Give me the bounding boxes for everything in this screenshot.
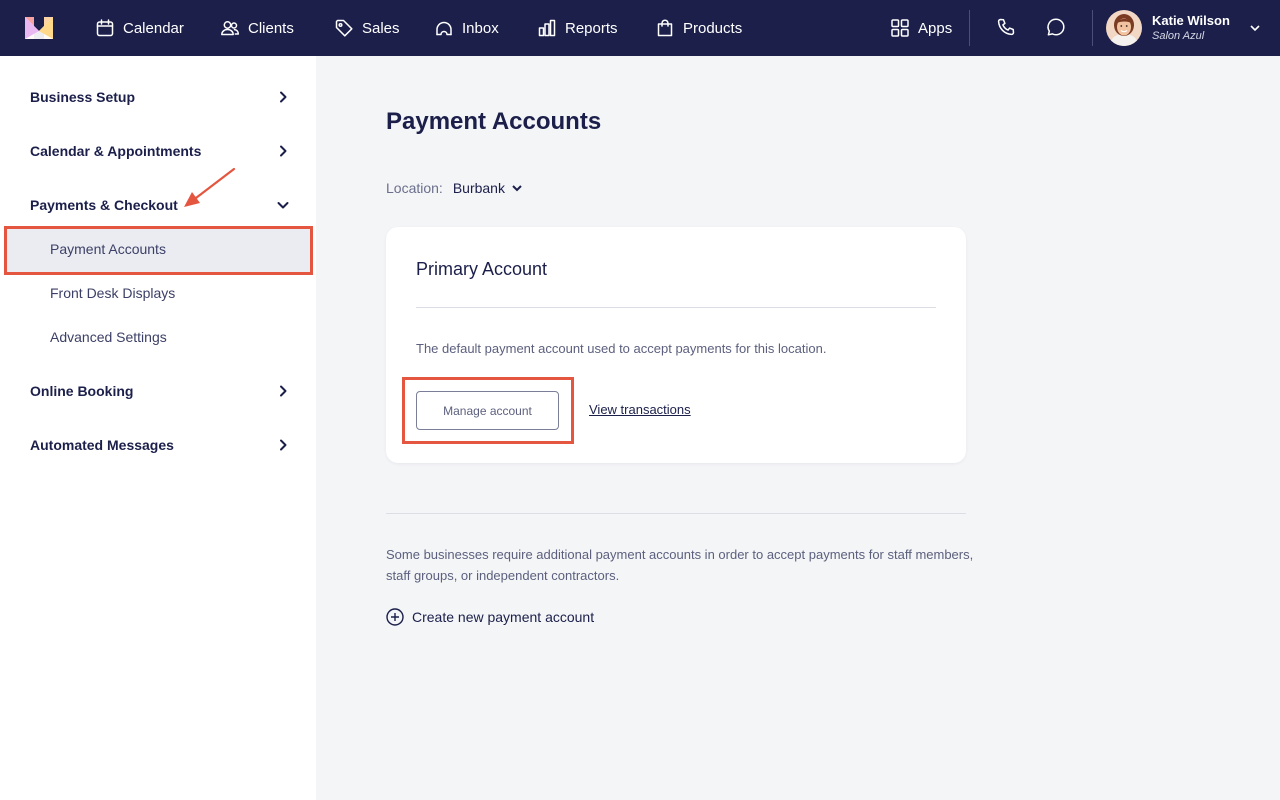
nav-reports[interactable]: Reports [537,0,618,56]
additional-accounts-info: Some businesses require additional payme… [386,547,974,583]
sidebar-section-label: Automated Messages [30,437,174,453]
plus-circle-icon [386,608,404,626]
chat-bubble-icon [1047,18,1065,36]
card-divider [416,307,936,308]
sidebar-section-calendar-appointments[interactable]: Calendar & Appointments [30,139,290,163]
inbox-icon [436,21,452,36]
section-divider [386,513,966,514]
calendar-icon [96,19,114,37]
nav-divider [1092,10,1093,46]
nav-reports-label: Reports [565,19,618,37]
apps-grid-icon [891,19,909,37]
nav-sales-label: Sales [362,19,400,37]
tag-icon [335,19,353,37]
sidebar-item-label: Front Desk Displays [50,285,176,301]
sidebar-section-online-booking[interactable]: Online Booking [30,379,290,403]
settings-sidebar: Business Setup Calendar & Appointments P… [0,56,316,800]
create-payment-account-link[interactable]: Create new payment account [386,608,594,626]
nav-apps[interactable]: Apps [890,0,952,56]
top-nav-bar: Calendar Clients Sales Inbox Reports Pro… [0,0,1280,56]
bar-chart-icon [538,19,556,37]
sidebar-item-front-desk-displays[interactable]: Front Desk Displays [50,283,175,303]
annotation-highlight-box [4,226,313,275]
sidebar-item-label: Advanced Settings [50,329,167,345]
nav-calendar-label: Calendar [123,19,184,37]
sidebar-section-automated-messages[interactable]: Automated Messages [30,433,290,457]
user-menu[interactable]: Katie Wilson Salon Azul [1106,10,1262,46]
card-title: Primary Account [416,259,548,279]
nav-inbox[interactable]: Inbox [434,0,499,56]
nav-clients[interactable]: Clients [220,0,294,56]
chevron-down-icon [277,202,289,209]
users-icon [221,21,240,36]
nav-products[interactable]: Products [655,0,742,56]
nav-sales[interactable]: Sales [334,0,400,56]
sidebar-section-label: Payments & Checkout [30,197,178,213]
chevron-down-icon [1250,25,1260,32]
nav-divider [969,10,970,46]
create-link-label: Create new payment account [412,609,595,625]
annotation-highlight-box [402,377,574,444]
view-transactions-link[interactable]: View transactions [589,402,691,417]
nav-inbox-label: Inbox [462,19,499,37]
shopping-bag-icon [657,19,673,37]
chevron-right-icon [280,439,287,451]
sidebar-section-label: Online Booking [30,383,134,399]
user-name: Katie Wilson [1152,13,1230,28]
avatar [1106,10,1142,46]
nav-clients-label: Clients [248,19,294,37]
nav-apps-label: Apps [918,19,953,37]
sidebar-item-advanced-settings[interactable]: Advanced Settings [50,327,167,347]
chevron-down-icon [512,185,522,192]
location-value: Burbank [452,180,505,196]
chevron-right-icon [280,145,287,157]
chevron-right-icon [280,385,287,397]
location-row: Location: Burbank [386,180,523,196]
sidebar-section-business-setup[interactable]: Business Setup [30,85,290,109]
location-label: Location: [386,180,443,196]
business-name: Salon Azul [1152,30,1205,42]
sidebar-section-label: Business Setup [30,89,136,105]
chevron-right-icon [280,91,287,103]
sidebar-section-label: Calendar & Appointments [30,143,202,159]
chat-button[interactable] [1045,16,1069,40]
nav-calendar[interactable]: Calendar [95,0,184,56]
nav-products-label: Products [683,19,743,37]
phone-button[interactable] [995,16,1019,40]
card-description: The default payment account used to acce… [416,341,827,356]
sidebar-section-payments-checkout[interactable]: Payments & Checkout [30,193,290,217]
page-title: Payment Accounts [386,108,602,135]
annotation-arrow-icon [184,167,236,207]
mangomint-logo[interactable] [25,17,53,39]
phone-icon [997,18,1015,36]
location-dropdown[interactable]: Burbank [453,180,523,196]
